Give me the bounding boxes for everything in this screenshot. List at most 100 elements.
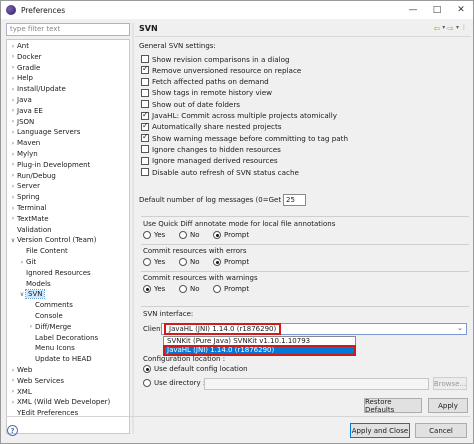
tree-item[interactable]: Console xyxy=(27,311,63,321)
setting-checkbox[interactable]: Ignore changes to hidden resources xyxy=(141,144,281,154)
chevron-down-icon[interactable]: ∨ xyxy=(18,291,26,298)
chevron-right-icon[interactable]: › xyxy=(9,215,17,222)
browse-button[interactable]: Browse... xyxy=(433,377,467,390)
errors-radio-no[interactable]: No xyxy=(179,258,200,266)
tree-item[interactable]: Update to HEAD xyxy=(27,354,92,364)
chevron-right-icon[interactable]: › xyxy=(9,140,17,147)
setting-checkbox[interactable]: Automatically share nested projects xyxy=(141,121,282,132)
chevron-right-icon[interactable]: › xyxy=(9,86,17,93)
warnings-radio-yes[interactable]: Yes xyxy=(143,285,165,293)
tree-item[interactable]: › Docker xyxy=(9,52,42,62)
cancel-button[interactable]: Cancel xyxy=(415,423,467,438)
client-option-javahl[interactable]: JavaHL (JNI) 1.14.0 (r1876290) xyxy=(163,345,356,356)
tree-item[interactable]: › Web Services xyxy=(9,376,64,386)
warnings-radio-no[interactable]: No xyxy=(179,285,200,293)
forward-icon[interactable]: ⇨ xyxy=(447,24,454,33)
tree-item[interactable]: › Spring xyxy=(9,192,40,202)
tree-item[interactable]: › Java EE xyxy=(9,106,43,116)
tree-item[interactable]: File Content xyxy=(18,246,68,256)
tree-item[interactable]: Label Decorations xyxy=(27,333,98,343)
chevron-right-icon[interactable]: › xyxy=(9,118,17,125)
errors-radio-yes[interactable]: Yes xyxy=(143,258,165,266)
chevron-right-icon[interactable]: › xyxy=(27,323,35,330)
back-dropdown-icon[interactable]: ▾ xyxy=(442,24,445,33)
tree-item[interactable]: › JSON xyxy=(9,117,34,127)
quickdiff-radio-prompt[interactable]: Prompt xyxy=(213,231,249,239)
tree-item[interactable]: ∨ SVN xyxy=(18,289,46,300)
chevron-down-icon[interactable]: ∨ xyxy=(9,237,17,244)
chevron-right-icon[interactable]: › xyxy=(9,75,17,82)
tree-item[interactable]: › Ant xyxy=(9,41,29,51)
chevron-right-icon[interactable]: › xyxy=(9,183,17,190)
tree-item[interactable]: › Plug-in Development xyxy=(9,160,91,170)
chevron-right-icon[interactable]: › xyxy=(9,205,17,212)
tree-item[interactable]: Comments xyxy=(27,300,73,310)
tree-item[interactable]: › Gradle xyxy=(9,63,41,73)
chevron-right-icon[interactable]: › xyxy=(9,129,17,136)
forward-dropdown-icon[interactable]: ▾ xyxy=(456,24,459,33)
setting-checkbox[interactable]: Remove unversioned resource on replace xyxy=(141,64,301,75)
log-messages-input[interactable]: 25 xyxy=(283,194,306,206)
tree-item[interactable]: › Help xyxy=(9,73,33,83)
quickdiff-radio-no[interactable]: No xyxy=(179,231,200,239)
tree-item[interactable]: › Server xyxy=(9,181,40,191)
chevron-right-icon[interactable]: › xyxy=(9,172,17,179)
client-dropdown-list[interactable]: SVNKit (Pure Java) SVNKit v1.10.1.10793 … xyxy=(163,336,356,356)
tree-item[interactable]: › XML xyxy=(9,387,32,397)
chevron-right-icon[interactable]: › xyxy=(9,399,17,406)
restore-defaults-button[interactable]: Restore Defaults xyxy=(364,398,422,414)
back-icon[interactable]: ⇦ xyxy=(434,24,441,33)
use-directory-radio[interactable]: Use directory : xyxy=(143,379,205,387)
tree-item[interactable]: › Maven xyxy=(9,138,40,148)
use-default-config-radio[interactable]: Use default config location xyxy=(143,365,248,373)
minimize-button[interactable]: — xyxy=(401,1,425,19)
directory-input[interactable] xyxy=(204,378,429,390)
client-option-svnkit[interactable]: SVNKit (Pure Java) SVNKit v1.10.1.10793 xyxy=(164,337,355,346)
close-button[interactable]: ✕ xyxy=(449,1,473,19)
errors-radio-prompt[interactable]: Prompt xyxy=(213,258,249,266)
tree-item[interactable]: › Terminal xyxy=(9,203,47,213)
menu-icon[interactable]: ⋮ xyxy=(461,24,467,33)
setting-checkbox[interactable]: Show tags in remote history view xyxy=(141,88,272,98)
warnings-radio-prompt[interactable]: Prompt xyxy=(213,285,249,293)
chevron-right-icon[interactable]: › xyxy=(9,43,17,50)
tree-item[interactable]: › Run/Debug xyxy=(9,171,56,181)
setting-checkbox[interactable]: Fetch affected paths on demand xyxy=(141,77,269,87)
tree-item[interactable]: › Language Servers xyxy=(9,127,81,137)
maximize-button[interactable]: □ xyxy=(425,1,449,19)
tree-item[interactable]: ∨ Version Control (Team) xyxy=(9,235,97,245)
tree-item[interactable]: Models xyxy=(18,279,51,289)
chevron-right-icon[interactable]: › xyxy=(9,367,17,374)
tree-item[interactable]: Ignored Resources xyxy=(18,268,91,278)
splitter[interactable] xyxy=(132,23,134,434)
chevron-right-icon[interactable]: › xyxy=(9,151,17,158)
setting-checkbox[interactable]: Ignore managed derived resources xyxy=(141,156,278,166)
help-icon[interactable]: ? xyxy=(7,425,18,436)
setting-checkbox[interactable]: Show warning message before committing t… xyxy=(141,132,348,143)
tree-item[interactable]: Validation xyxy=(9,225,52,235)
tree-item[interactable]: › TextMate xyxy=(9,214,49,224)
chevron-right-icon[interactable]: › xyxy=(9,107,17,114)
chevron-right-icon[interactable]: › xyxy=(9,161,17,168)
apply-and-close-button[interactable]: Apply and Close xyxy=(350,423,410,438)
preferences-tree[interactable]: › Ant › Docker › Gradle › Help › Install/Update › J… xyxy=(6,39,130,434)
tree-item[interactable]: › Web xyxy=(9,365,32,375)
filter-input[interactable]: type filter text xyxy=(6,23,130,36)
setting-checkbox[interactable]: JavaHL: Commit across multiple projects … xyxy=(141,110,337,121)
setting-checkbox[interactable]: Disable auto refresh of SVN status cache xyxy=(141,167,299,177)
tree-item[interactable]: › XML (Wild Web Developer) xyxy=(9,397,110,407)
chevron-right-icon[interactable]: › xyxy=(9,377,17,384)
chevron-down-icon[interactable]: ⌄ xyxy=(457,324,463,332)
chevron-right-icon[interactable]: › xyxy=(9,194,17,201)
tree-item[interactable]: › Java xyxy=(9,95,32,105)
client-select[interactable]: JavaHL (JNI) 1.14.0 (r1876290) ⌄ xyxy=(161,323,467,335)
tree-item[interactable]: › Mylyn xyxy=(9,149,38,159)
tree-item[interactable]: › Diff/Merge xyxy=(27,322,72,332)
chevron-right-icon[interactable]: › xyxy=(9,64,17,71)
tree-item[interactable]: › Git xyxy=(18,257,36,267)
chevron-right-icon[interactable]: › xyxy=(9,97,17,104)
tree-item[interactable]: › Install/Update xyxy=(9,84,66,94)
chevron-right-icon[interactable]: › xyxy=(9,388,17,395)
chevron-right-icon[interactable]: › xyxy=(18,259,26,266)
apply-button[interactable]: Apply xyxy=(428,398,468,413)
